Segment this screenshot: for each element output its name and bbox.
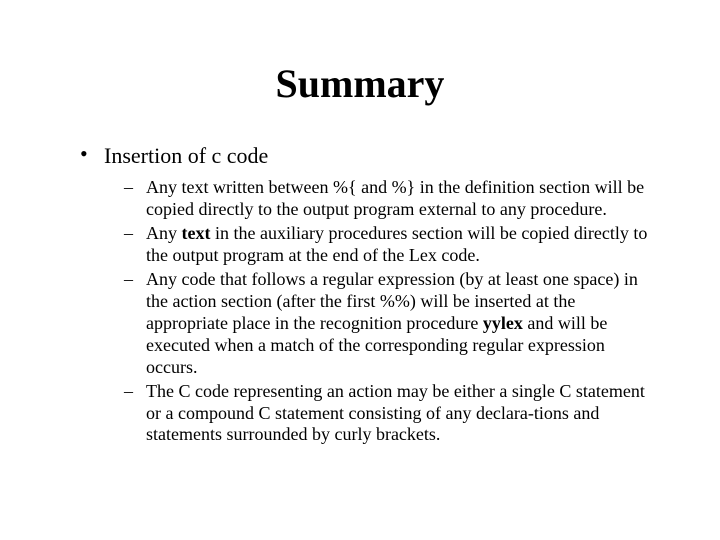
list-item: Any text in the auxiliary procedures sec… [124, 223, 650, 267]
sub-text: The C code representing an action may be… [146, 381, 645, 445]
slide: Summary Insertion of c code Any text wri… [0, 0, 720, 540]
bullet-text: Insertion of c code [104, 143, 268, 168]
list-item: Any code that follows a regular expressi… [124, 269, 650, 379]
bullet-list-level1: Insertion of c code Any text written bet… [70, 143, 650, 446]
sub-text: in the auxiliary procedures section will… [146, 223, 647, 265]
bold-text: text [182, 223, 211, 243]
slide-title: Summary [70, 60, 650, 107]
list-item: Insertion of c code Any text written bet… [80, 143, 650, 446]
list-item: Any text written between %{ and %} in th… [124, 177, 650, 221]
bold-text: yylex [483, 313, 523, 333]
list-item: The C code representing an action may be… [124, 381, 650, 447]
sub-text: Any text written between %{ and %} in th… [146, 177, 644, 219]
sub-text: Any [146, 223, 182, 243]
bullet-list-level2: Any text written between %{ and %} in th… [104, 177, 650, 446]
